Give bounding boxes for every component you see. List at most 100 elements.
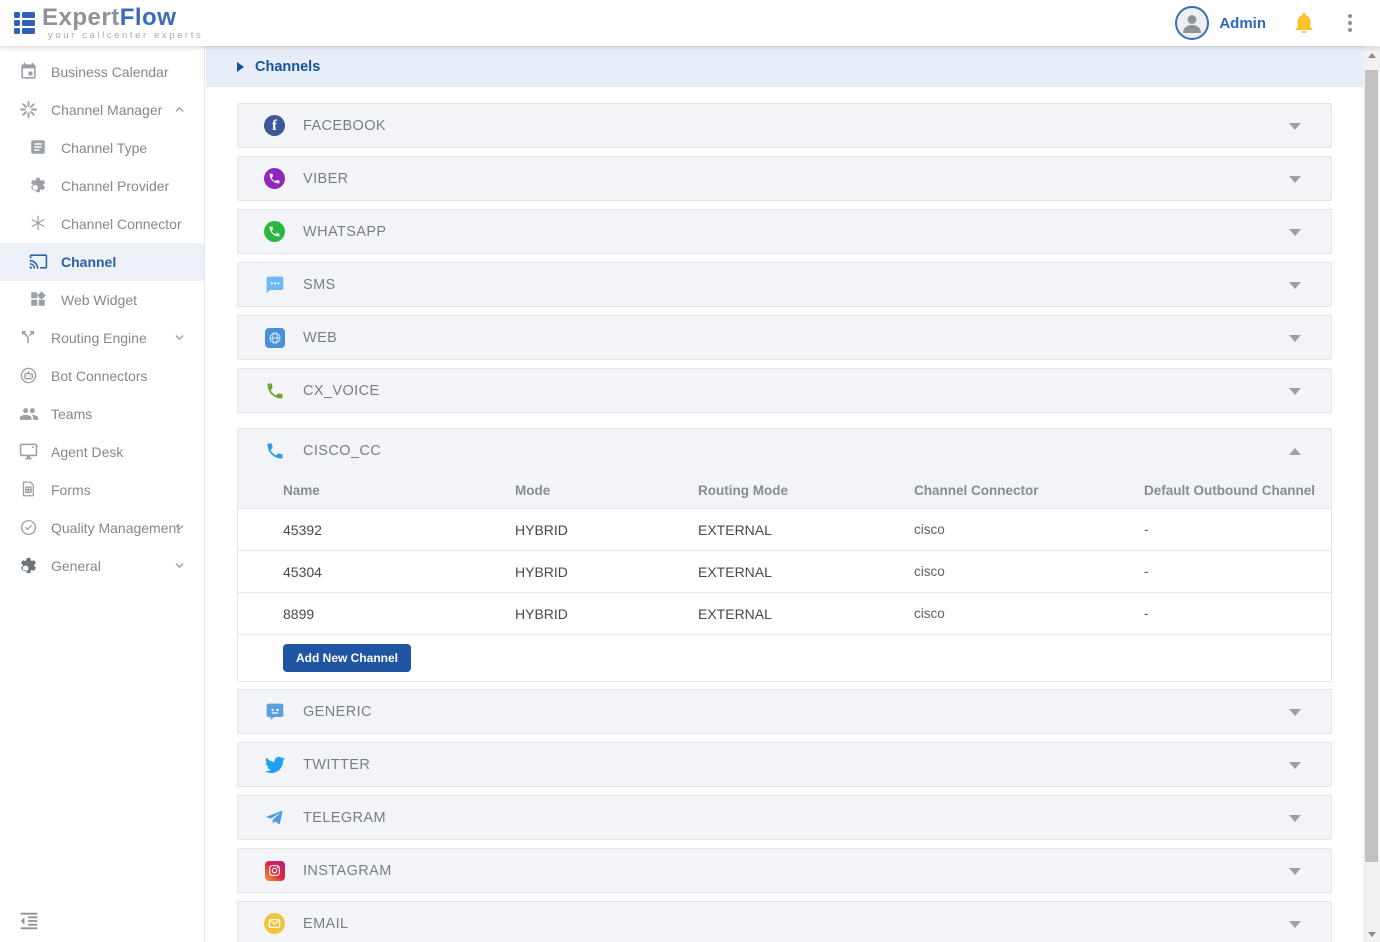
user-menu[interactable]: Admin xyxy=(1175,6,1266,40)
channel-panel-header-twitter[interactable]: TWITTER xyxy=(238,743,1331,786)
collapse-sidebar-button[interactable] xyxy=(18,910,40,932)
scrollbar-down-arrow[interactable] xyxy=(1363,926,1380,942)
channel-panel-generic: GENERIC xyxy=(237,689,1332,734)
vertical-scrollbar[interactable] xyxy=(1363,47,1380,942)
sidebar-item-channel[interactable]: Channel xyxy=(0,243,204,281)
channel-panel-header-whatsapp[interactable]: WHATSAPP xyxy=(238,210,1331,253)
avatar xyxy=(1175,6,1209,40)
sidebar-item-label: Channel xyxy=(61,254,116,270)
channel-panel-header-cx_voice[interactable]: CX_VOICE xyxy=(238,369,1331,412)
cell-name: 45304 xyxy=(283,564,515,580)
breadcrumb[interactable]: Channels xyxy=(206,46,1363,87)
channel-panel-email: EMAIL xyxy=(237,901,1332,942)
routing-engine-icon xyxy=(19,328,39,348)
phone-green-icon xyxy=(264,380,285,401)
table-row[interactable]: 45392HYBRIDEXTERNALcisco- xyxy=(238,508,1331,550)
sidebar-item-business-calendar[interactable]: Business Calendar xyxy=(0,53,204,91)
accordion-chevron-down-icon xyxy=(1289,868,1301,875)
scrollbar-up-arrow[interactable] xyxy=(1363,47,1380,63)
twitter-icon xyxy=(264,754,285,775)
sidebar-item-routing-engine[interactable]: Routing Engine xyxy=(0,319,204,357)
forms-icon xyxy=(19,480,39,500)
channel-panel-header-sms[interactable]: SMS xyxy=(238,263,1331,306)
accordion-chevron-down-icon xyxy=(1289,762,1301,769)
sidebar-item-forms[interactable]: Forms xyxy=(0,471,204,509)
phone-blue-icon xyxy=(264,440,285,461)
cell-channel-connector: cisco xyxy=(914,564,1144,579)
channel-panel-header-viber[interactable]: VIBER xyxy=(238,157,1331,200)
column-header: Routing Mode xyxy=(698,483,914,498)
accordion-chevron-down-icon xyxy=(1289,123,1301,130)
sidebar-item-label: General xyxy=(51,558,101,574)
sidebar-item-label: Business Calendar xyxy=(51,64,169,80)
sidebar-item-agent-desk[interactable]: Agent Desk xyxy=(0,433,204,471)
instagram-icon xyxy=(264,860,285,881)
accordion-chevron-down-icon xyxy=(1289,176,1301,183)
chevron-down-icon xyxy=(173,331,186,344)
notifications-bell-icon[interactable] xyxy=(1292,11,1316,35)
sidebar-item-bot-connectors[interactable]: Bot Connectors xyxy=(0,357,204,395)
channel-type-icon xyxy=(29,138,49,158)
accordion-chevron-down-icon xyxy=(1289,282,1301,289)
quality-icon xyxy=(19,518,39,538)
facebook-icon: f xyxy=(264,115,285,136)
table-row[interactable]: 8899HYBRIDEXTERNALcisco- xyxy=(238,592,1331,634)
cell-mode: HYBRID xyxy=(515,564,698,580)
bot-icon xyxy=(19,366,39,386)
accordion-chevron-down-icon xyxy=(1289,335,1301,342)
sidebar-item-general[interactable]: General xyxy=(0,547,204,585)
channel-cast-icon xyxy=(29,252,49,272)
column-header: Mode xyxy=(515,483,698,498)
chevron-down-icon xyxy=(173,559,186,572)
generic-chat-icon xyxy=(264,701,285,722)
sms-icon xyxy=(264,274,285,295)
channel-panel-cx_voice: CX_VOICE xyxy=(237,368,1332,413)
sidebar-item-channel-provider[interactable]: Channel Provider xyxy=(0,167,204,205)
sidebar-item-web-widget[interactable]: Web Widget xyxy=(0,281,204,319)
channel-panel-header-generic[interactable]: GENERIC xyxy=(238,690,1331,733)
table-row[interactable]: 45304HYBRIDEXTERNALcisco- xyxy=(238,550,1331,592)
add-new-channel-button[interactable]: Add New Channel xyxy=(283,644,411,672)
agent-desk-icon xyxy=(19,442,39,462)
channel-panel-web: WEB xyxy=(237,315,1332,360)
breadcrumb-caret-icon xyxy=(237,62,244,72)
sidebar-item-label: Channel Provider xyxy=(61,178,169,194)
accordion-chevron-up-icon xyxy=(1289,448,1301,455)
channel-panel-instagram: INSTAGRAM xyxy=(237,848,1332,893)
channel-panel-header-facebook[interactable]: fFACEBOOK xyxy=(238,104,1331,147)
scrollbar-thumb[interactable] xyxy=(1365,70,1378,862)
channel-panel-facebook: fFACEBOOK xyxy=(237,103,1332,148)
cell-default-outbound: - xyxy=(1144,522,1331,537)
channel-panel-header-web[interactable]: WEB xyxy=(238,316,1331,359)
kebab-menu-icon[interactable] xyxy=(1342,10,1358,36)
sidebar-item-label: Web Widget xyxy=(61,292,137,308)
column-header: Name xyxy=(283,483,515,498)
teams-icon xyxy=(19,404,39,424)
channel-panel-sms: SMS xyxy=(237,262,1332,307)
cell-mode: HYBRID xyxy=(515,522,698,538)
cell-default-outbound: - xyxy=(1144,606,1331,621)
channel-panel-label: CISCO_CC xyxy=(303,443,381,459)
user-name-label: Admin xyxy=(1219,15,1266,32)
whatsapp-icon xyxy=(264,221,285,242)
sidebar-item-channel-type[interactable]: Channel Type xyxy=(0,129,204,167)
sidebar-item-label: Agent Desk xyxy=(51,444,123,460)
top-header: ExpertFlow your callcenter experts Admin xyxy=(0,0,1380,46)
channel-panel-header-instagram[interactable]: INSTAGRAM xyxy=(238,849,1331,892)
chevron-up-icon xyxy=(173,103,186,116)
sidebar-item-channel-manager[interactable]: Channel Manager xyxy=(0,91,204,129)
channel-panel-label: GENERIC xyxy=(303,704,372,720)
channel-panel-header-cisco_cc[interactable]: CISCO_CC xyxy=(238,429,1331,472)
channel-panel-header-telegram[interactable]: TELEGRAM xyxy=(238,796,1331,839)
sidebar-item-teams[interactable]: Teams xyxy=(0,395,204,433)
channel-panel-cisco_cc: CISCO_CC NameModeRouting ModeChannel Conn… xyxy=(237,428,1332,682)
telegram-icon xyxy=(264,807,285,828)
channel-panel-header-email[interactable]: EMAIL xyxy=(238,902,1331,942)
cisco-channels-table: NameModeRouting ModeChannel ConnectorDef… xyxy=(238,472,1331,681)
sidebar-item-label: Channel Connector xyxy=(61,216,182,232)
sidebar-item-channel-connector[interactable]: Channel Connector xyxy=(0,205,204,243)
channel-panel-label: EMAIL xyxy=(303,916,349,932)
general-gear-icon xyxy=(19,556,39,576)
sidebar-item-quality-management[interactable]: Quality Management xyxy=(0,509,204,547)
calendar-icon xyxy=(19,62,39,82)
